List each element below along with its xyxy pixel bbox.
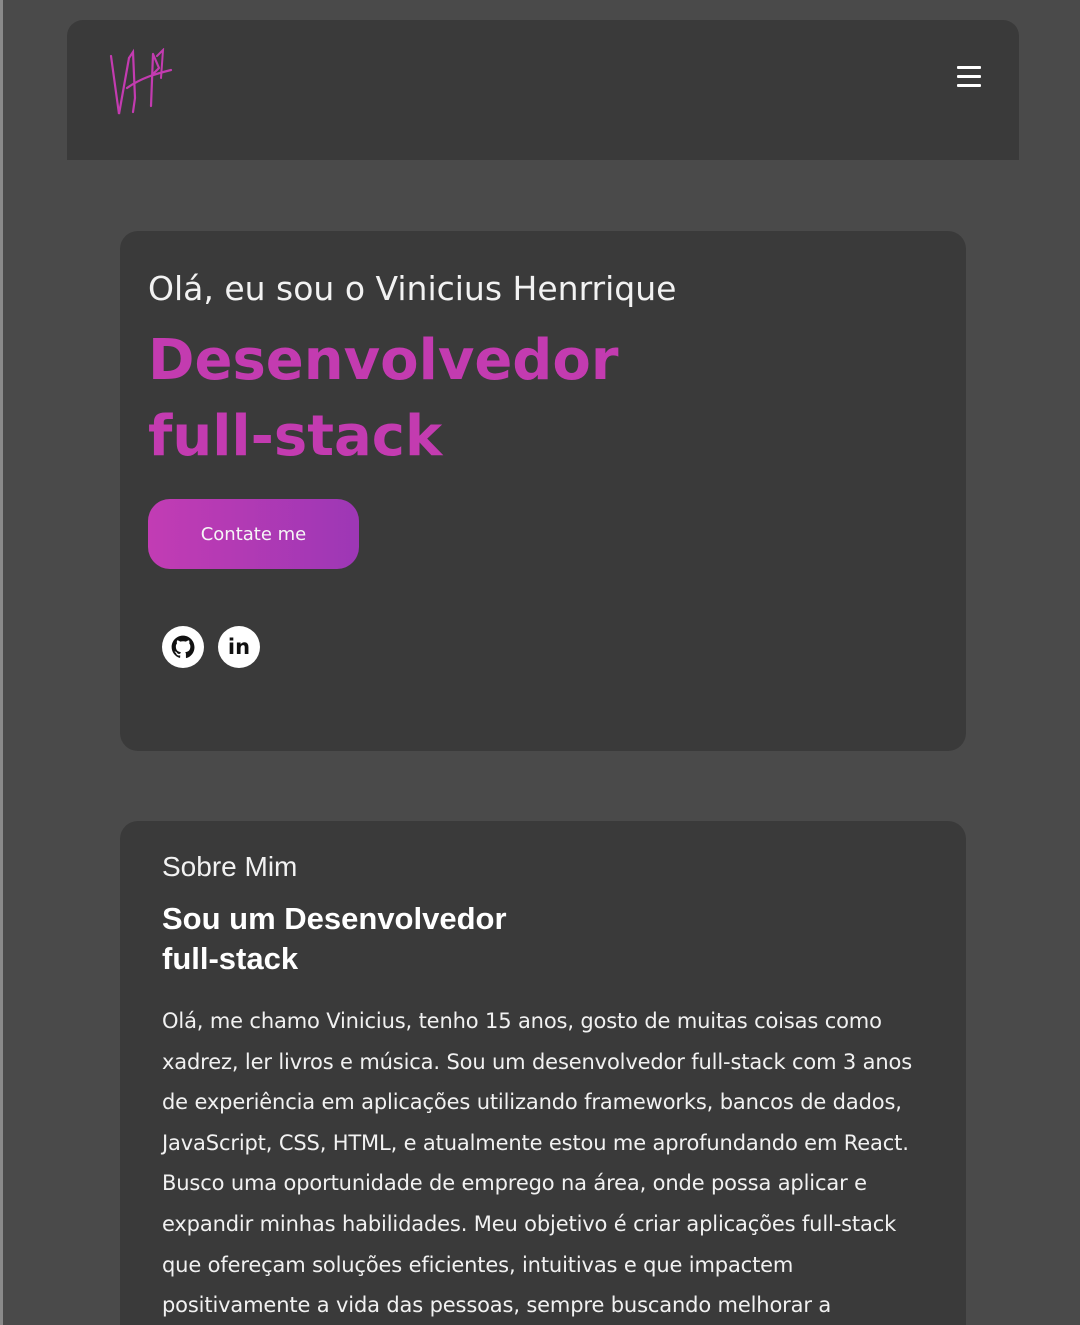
hamburger-line	[957, 75, 981, 78]
logo[interactable]: VH	[107, 47, 175, 120]
vh-signature-logo: VH	[109, 47, 173, 115]
hero-greeting: Olá, eu sou o Vinicius Henrrique	[148, 269, 677, 308]
contact-button[interactable]: Contate me	[148, 499, 359, 569]
hero-title-line2: full-stack	[148, 404, 443, 469]
page: VH Olá, eu sou o Vinicius Henrrique Dese…	[0, 0, 1080, 1325]
social-links: in	[162, 626, 260, 668]
about-card: Sobre Mim Sou um Desenvolvedor full-stac…	[120, 821, 966, 1325]
hero-title-line1: Desenvolvedor	[148, 328, 619, 393]
window-edge	[0, 0, 3, 1325]
hero-title: Desenvolvedor full-stack	[148, 323, 618, 475]
about-label: Sobre Mim	[162, 851, 298, 882]
hero-card: Olá, eu sou o Vinicius Henrrique Desenvo…	[120, 231, 966, 751]
about-title-line1: Sou um Desenvolvedor	[162, 901, 507, 936]
linkedin-icon: in	[227, 634, 251, 659]
site-header: VH	[67, 20, 1019, 160]
github-icon	[171, 635, 195, 659]
menu-button[interactable]	[955, 64, 985, 90]
about-description: Olá, me chamo Vinicius, tenho 15 anos, g…	[162, 1009, 913, 1318]
hamburger-menu-icon	[957, 66, 981, 69]
github-link[interactable]	[162, 626, 204, 668]
hamburger-line	[957, 84, 981, 87]
about-title: Sou um Desenvolvedor full-stack	[162, 899, 507, 979]
linkedin-link[interactable]: in	[218, 626, 260, 668]
about-title-line2: full-stack	[162, 941, 299, 976]
